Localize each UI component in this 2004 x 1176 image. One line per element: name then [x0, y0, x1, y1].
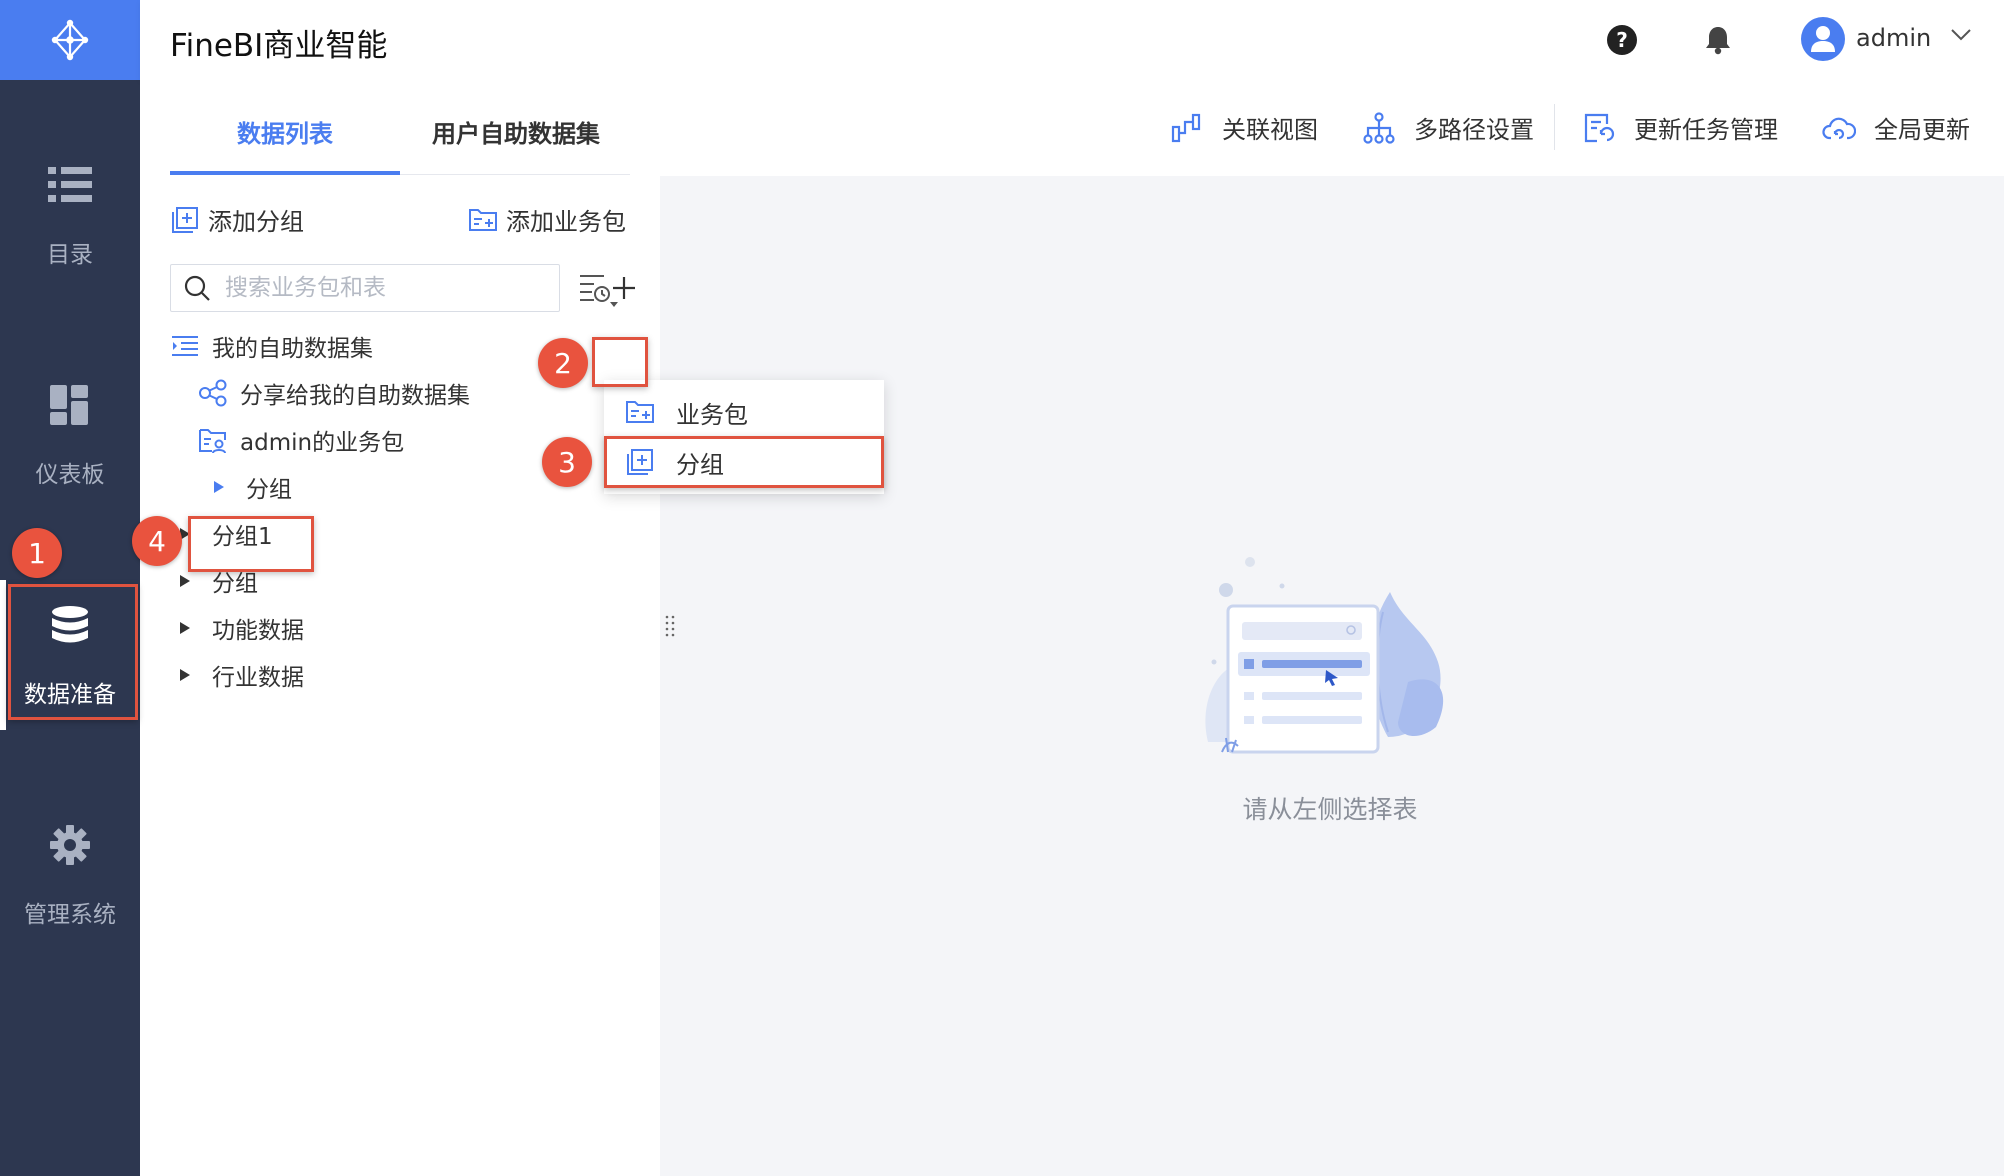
tree-item-function-data[interactable]: 功能数据 — [170, 608, 304, 648]
data-list-panel: 添加分组 添加业务包 我的自助数据集 — [140, 176, 660, 1176]
multipath-settings-button[interactable]: 多路径设置 — [1362, 110, 1534, 145]
add-package-label: 添加业务包 — [506, 208, 626, 236]
tree-item-admin-package[interactable]: admin的业务包 — [198, 420, 404, 460]
dashboard-icon — [46, 381, 94, 429]
add-group-button[interactable]: 添加分组 — [170, 202, 304, 237]
add-menu-button[interactable] — [602, 266, 646, 310]
search-box[interactable] — [170, 264, 560, 312]
highlight-box-step-4 — [188, 516, 314, 572]
menu-item-label: 业务包 — [676, 400, 748, 429]
share-icon — [198, 378, 228, 408]
add-package-icon — [468, 205, 498, 235]
caret-right-icon — [180, 575, 190, 587]
logo-icon — [51, 19, 89, 61]
search-icon — [184, 275, 210, 301]
search-input[interactable] — [225, 275, 545, 301]
relation-view-icon — [1170, 111, 1204, 145]
nav-item-dashboard[interactable]: 仪表板 — [0, 360, 140, 510]
top-header: FineBI商业智能 ? admin — [140, 0, 2004, 80]
tree-item-industry-data[interactable]: 行业数据 — [170, 655, 304, 695]
highlight-box-step-1 — [8, 584, 138, 720]
user-package-icon — [198, 425, 228, 455]
relation-view-label: 关联视图 — [1222, 116, 1318, 144]
bell-icon[interactable] — [1700, 22, 1736, 58]
step-badge-4: 4 — [132, 516, 182, 566]
tree-item-label: 功能数据 — [212, 618, 304, 644]
username[interactable]: admin — [1856, 24, 1931, 52]
update-task-button[interactable]: 更新任务管理 — [1582, 110, 1778, 145]
caret-right-icon — [180, 622, 190, 634]
add-group-label: 添加分组 — [208, 208, 304, 236]
update-task-label: 更新任务管理 — [1634, 116, 1778, 144]
help-icon[interactable]: ? — [1604, 22, 1640, 58]
tree-item-label: 我的自助数据集 — [212, 336, 373, 362]
empty-state-illustration — [1205, 557, 1444, 754]
step-badge-3: 3 — [542, 437, 592, 487]
caret-right-icon — [180, 669, 190, 681]
tab-data-list[interactable]: 数据列表 — [237, 114, 333, 149]
cloud-refresh-icon — [1822, 111, 1856, 145]
highlight-box-step-3 — [604, 436, 884, 488]
tree-item-label: 分享给我的自助数据集 — [240, 383, 470, 409]
multipath-settings-label: 多路径设置 — [1414, 116, 1534, 144]
dataset-list-icon — [170, 331, 200, 361]
add-package-button[interactable]: 添加业务包 — [468, 202, 626, 237]
tree-item-shared-datasets[interactable]: 分享给我的自助数据集 — [198, 373, 470, 413]
tree-item-label: 分组 — [246, 477, 292, 503]
tab-user-datasets[interactable]: 用户自助数据集 — [432, 114, 600, 149]
tree-item-new-group[interactable]: 分组 — [200, 467, 292, 507]
nav-item-label: 仪表板 — [35, 462, 105, 488]
global-update-label: 全局更新 — [1874, 116, 1970, 144]
chevron-down-icon[interactable] — [1950, 28, 1972, 42]
list-icon — [46, 161, 94, 209]
step-badge-1: 1 — [12, 528, 62, 578]
avatar[interactable] — [1801, 17, 1845, 61]
app-title: FineBI商业智能 — [170, 28, 388, 64]
add-group-icon — [170, 205, 200, 235]
update-task-icon — [1582, 111, 1616, 145]
tree-item-label: admin的业务包 — [240, 430, 405, 456]
tree-item-my-datasets[interactable]: 我的自助数据集 — [170, 326, 373, 366]
menu-item-package[interactable]: 业务包 — [624, 392, 748, 432]
app-logo[interactable] — [0, 0, 140, 80]
nav-item-label: 目录 — [47, 242, 93, 268]
multipath-icon — [1362, 111, 1396, 145]
nav-item-catalog[interactable]: 目录 — [0, 140, 140, 290]
step-badge-2: 2 — [538, 338, 588, 388]
relation-view-button[interactable]: 关联视图 — [1170, 110, 1318, 145]
toolbar: 数据列表 用户自助数据集 关联视图 多路径设置 更新任务管理 全局更新 — [140, 80, 2004, 176]
nav-item-label: 管理系统 — [24, 902, 116, 928]
resize-handle-icon[interactable] — [664, 614, 676, 642]
plus-icon — [613, 277, 635, 299]
caret-right-icon — [214, 481, 224, 493]
package-icon — [624, 396, 656, 428]
highlight-box-step-2 — [592, 337, 648, 387]
nav-item-admin[interactable]: 管理系统 — [0, 800, 140, 950]
svg-text:?: ? — [1616, 28, 1628, 52]
gear-icon — [46, 821, 94, 869]
toolbar-divider — [1554, 104, 1555, 150]
empty-state-message: 请从左侧选择表 — [1242, 795, 1418, 824]
global-update-button[interactable]: 全局更新 — [1822, 110, 1970, 145]
active-tab-indicator — [170, 171, 400, 175]
tree-item-label: 行业数据 — [212, 665, 304, 691]
